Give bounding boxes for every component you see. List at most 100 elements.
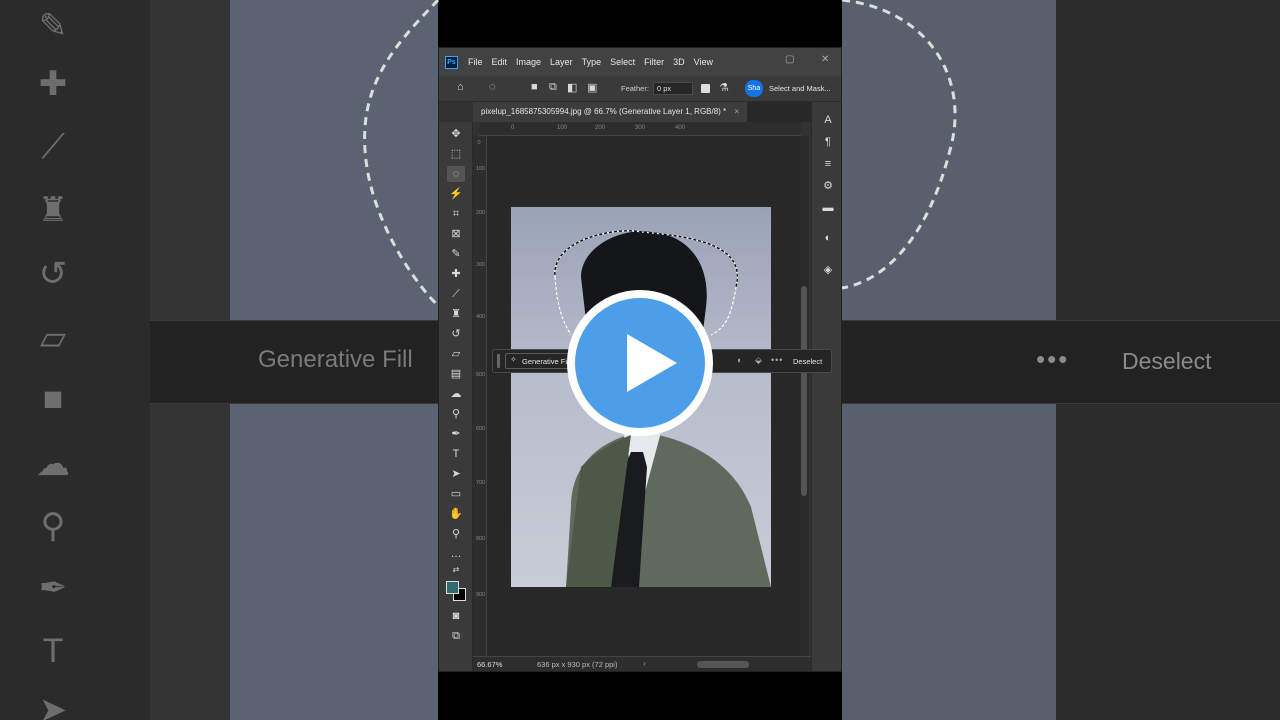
default-colors-icon[interactable]: ⇄ [447, 562, 465, 578]
ruler-top: 0 100 200 300 400 [479, 122, 801, 136]
comments-panel-icon[interactable]: ▬ [820, 200, 836, 216]
layers-panel-icon[interactable]: ◈ [820, 262, 836, 278]
menu-type[interactable]: Type [582, 57, 602, 67]
blur-tool-icon[interactable]: ☁ [447, 386, 465, 402]
rectangle-tool-icon[interactable]: ▭ [447, 486, 465, 502]
move-tool-icon[interactable]: ✥ [447, 126, 465, 142]
ruler-number: 600 [476, 426, 486, 432]
lasso-tool-icon[interactable]: ◌ [447, 166, 465, 182]
quick-mask-icon[interactable]: ◙ [447, 608, 465, 624]
flask-icon[interactable]: ⚗ [719, 81, 729, 94]
ruler-number: 100 [476, 166, 486, 172]
eyedropper-tool-icon[interactable]: ✎ [447, 246, 465, 262]
intersect-selection-icon[interactable]: ▣ [587, 81, 597, 94]
adjustments-panel-icon[interactable]: ≡ [820, 156, 836, 172]
ruler-number: 400 [675, 125, 686, 131]
menu-3d[interactable]: 3D [673, 57, 685, 67]
ruler-number: 200 [476, 210, 486, 216]
menu-edit[interactable]: Edit [492, 57, 508, 67]
add-to-selection-icon[interactable]: ⧉ [549, 81, 557, 94]
vertical-scrollbar-thumb[interactable] [801, 286, 807, 496]
hand-tool-icon[interactable]: ✋ [447, 506, 465, 522]
drag-handle[interactable] [497, 354, 500, 368]
dodge-tool-icon[interactable]: ⚲ [447, 406, 465, 422]
video-frame: ✎ ✚ ⟋ ♜ ↺ ▱ ■ ☁ ⚲ ✒ T ➤ 100 200 300 400 … [0, 0, 1280, 720]
fill-selection-icon[interactable]: ⬙ [755, 355, 762, 366]
menu-view[interactable]: View [694, 57, 713, 67]
background-pen-icon: ✒ [38, 569, 68, 607]
edit-toolbar-icon[interactable]: … [447, 546, 465, 562]
home-icon[interactable]: ⌂ [457, 81, 464, 93]
background-eraser-icon: ▱ [39, 319, 67, 357]
anti-alias-checkbox[interactable] [701, 84, 710, 93]
gradient-tool-icon[interactable]: ▤ [447, 366, 465, 382]
share-button[interactable]: Sha [745, 80, 763, 97]
select-and-mask-button[interactable]: Select and Mask... [769, 84, 831, 93]
history-brush-tool-icon[interactable]: ↺ [447, 326, 465, 342]
pen-tool-icon[interactable]: ✒ [447, 426, 465, 442]
new-selection-icon[interactable]: ■ [531, 81, 538, 93]
ruler-number: 800 [476, 536, 486, 542]
crop-tool-icon[interactable]: ⌗ [447, 206, 465, 222]
ruler-number: 100 [557, 125, 568, 131]
object-selection-tool-icon[interactable]: ⚡ [447, 186, 465, 202]
marquee-tool-icon[interactable]: ⬚ [447, 146, 465, 162]
invert-selection-icon[interactable]: ◐ [737, 355, 742, 365]
video-play-button[interactable] [567, 290, 713, 436]
menu-filter[interactable]: Filter [644, 57, 664, 67]
menu-layer[interactable]: Layer [550, 57, 573, 67]
feather-input[interactable]: 0 px [653, 82, 693, 95]
frame-tool-icon[interactable]: ⊠ [447, 226, 465, 242]
menu-select[interactable]: Select [610, 57, 635, 67]
tools-panel: ✥ ⬚ ◌ ⚡ ⌗ ⊠ ✎ ✚ ⟋ ♜ ↺ ▱ ▤ ☁ ⚲ ✒ T ➤ ▭ ✋ … [439, 122, 473, 671]
menu-image[interactable]: Image [516, 57, 541, 67]
deselect-button[interactable]: Deselect [793, 357, 822, 366]
background-eyedropper-icon: ✎ [38, 7, 68, 45]
screen-mode-icon[interactable]: ⧉ [447, 628, 465, 644]
menu-file[interactable]: File [468, 57, 483, 67]
close-window-icon[interactable]: ✕ [821, 54, 829, 65]
ruler-number: 0 [511, 125, 515, 131]
clone-stamp-tool-icon[interactable]: ♜ [447, 306, 465, 322]
generative-fill-button[interactable]: ✧ Generative Fill [505, 353, 573, 369]
status-menu-arrow-icon[interactable]: › [643, 659, 646, 668]
vertical-scrollbar[interactable] [799, 136, 809, 656]
menu-bar: File Edit Image Layer Type Select Filter… [468, 57, 722, 67]
brush-tool-icon[interactable]: ⟋ [447, 286, 465, 302]
subtract-from-selection-icon[interactable]: ◧ [567, 81, 577, 94]
more-options-icon[interactable]: ••• [771, 355, 783, 365]
type-tool-icon[interactable]: T [447, 446, 465, 462]
background-toolstrip: ✎ ✚ ⟋ ♜ ↺ ▱ ■ ☁ ⚲ ✒ T ➤ [0, 0, 150, 720]
status-bar: 66.67% 636 px x 930 px (72 ppi) › [473, 656, 811, 671]
tab-close-icon[interactable]: × [734, 107, 739, 116]
foreground-color-swatch[interactable] [446, 581, 459, 594]
background-stamp-icon: ♜ [37, 191, 69, 229]
ruler-number: 500 [476, 372, 486, 378]
ruler-number: 700 [476, 480, 486, 486]
color-panel-icon[interactable]: ◐ [820, 230, 836, 246]
background-more-dots: ••• [1036, 344, 1070, 374]
zoom-tool-icon[interactable]: ⚲ [447, 526, 465, 542]
paragraph-panel-icon[interactable]: ¶ [820, 134, 836, 150]
background-blur-icon: ☁ [36, 445, 70, 483]
properties-panel-icon[interactable]: ⚙ [820, 178, 836, 194]
character-panel-icon[interactable]: A [820, 112, 836, 128]
maximize-icon[interactable]: ▢ [785, 54, 794, 65]
ruler-number: 0 [477, 140, 481, 146]
photoshop-logo: Ps [445, 55, 458, 69]
path-selection-tool-icon[interactable]: ➤ [447, 466, 465, 482]
zoom-level[interactable]: 66.67% [477, 660, 502, 669]
eraser-tool-icon[interactable]: ▱ [447, 346, 465, 362]
background-generative-fill-label: Generative Fill [258, 346, 413, 373]
background-dodge-icon: ⚲ [40, 507, 66, 545]
play-icon [627, 334, 677, 392]
generative-fill-icon: ✧ [510, 355, 517, 364]
horizontal-scrollbar-thumb[interactable] [697, 661, 749, 668]
lasso-tool-preset-icon[interactable]: ◌ [489, 81, 496, 93]
document-size[interactable]: 636 px x 930 px (72 ppi) [537, 660, 617, 669]
background-type-icon: T [42, 632, 64, 670]
document-tab[interactable]: pixelup_1685875305994.jpg @ 66.7% (Gener… [473, 102, 748, 122]
ruler-number: 900 [476, 592, 486, 598]
healing-brush-tool-icon[interactable]: ✚ [447, 266, 465, 282]
background-healing-icon: ✚ [38, 65, 68, 103]
